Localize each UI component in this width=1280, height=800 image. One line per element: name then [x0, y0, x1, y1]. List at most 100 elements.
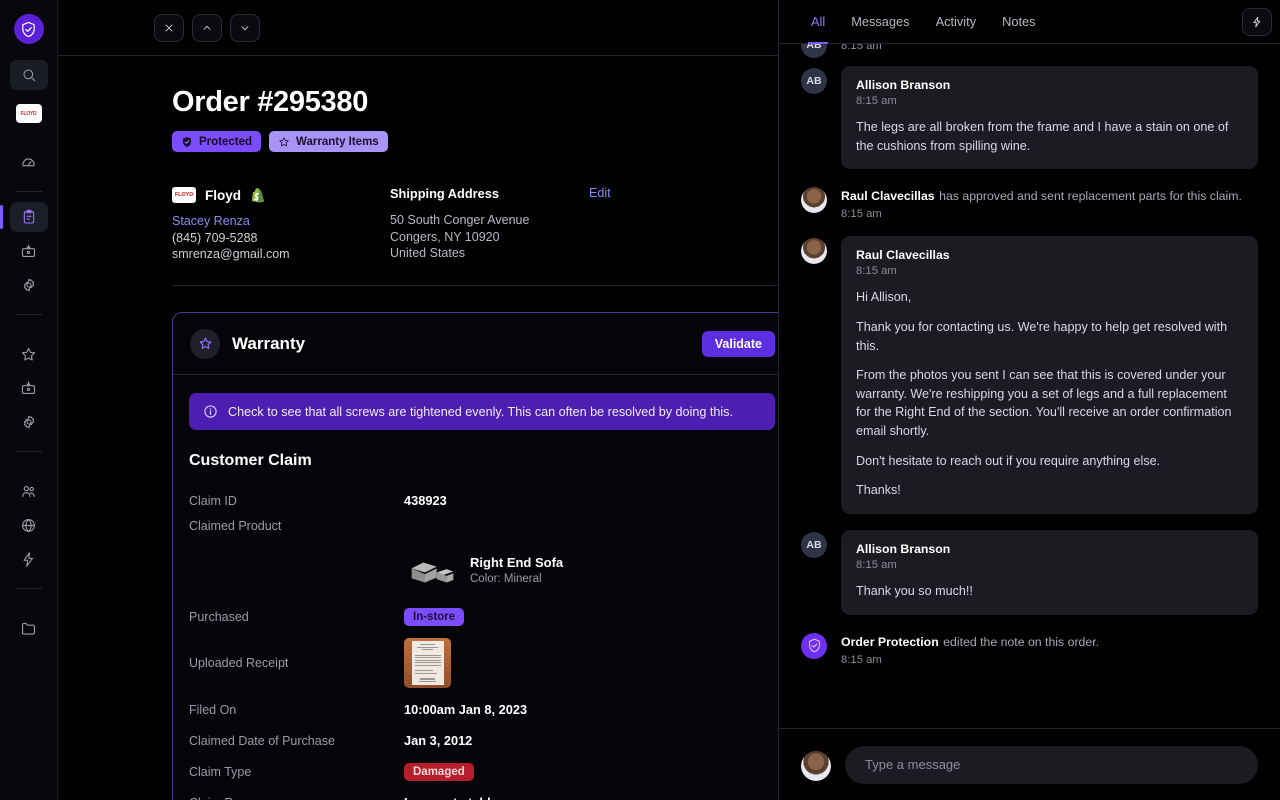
message-paragraph: From the photos you sent I can see that …: [856, 368, 1232, 438]
message-input[interactable]: [845, 745, 1258, 784]
sidebar-item-dashboard[interactable]: [10, 147, 48, 177]
warranty-card-header: Warranty Validate: [173, 313, 778, 375]
customer-info: FLOYD Floyd Stacey Renza (845) 709-5288: [172, 186, 390, 263]
message-item: AB Allison Branson 8:15 am Thank you so …: [801, 529, 1258, 615]
avatar: AB: [801, 44, 827, 58]
avatar: AB: [801, 68, 827, 94]
star-icon: [21, 347, 36, 361]
customer-name-link[interactable]: Stacey Renza: [172, 214, 390, 228]
tab-all[interactable]: All: [807, 0, 829, 44]
message-paragraph: Thanks!: [856, 483, 901, 498]
info-banner: Check to see that all screws are tighten…: [189, 393, 775, 430]
message-body: Thank you so much!!: [856, 583, 973, 598]
archive-download-icon: [21, 244, 36, 257]
message-bubble: Raul Clavecillas 8:15 am Hi Allison, Tha…: [841, 236, 1258, 514]
status-badge-warranty[interactable]: Warranty Items: [269, 131, 388, 152]
order-info-row: FLOYD Floyd Stacey Renza (845) 709-5288: [172, 186, 778, 286]
status-badge-warranty-label: Warranty Items: [296, 135, 379, 148]
sidebar-item-orders[interactable]: [0, 202, 48, 232]
sidebar-item-globe[interactable]: [10, 510, 48, 540]
app-logo[interactable]: [13, 14, 44, 44]
close-button[interactable]: [154, 13, 184, 42]
edit-shipping-link[interactable]: Edit: [589, 186, 611, 200]
next-order-button[interactable]: [230, 13, 260, 42]
quick-action-button[interactable]: [1242, 7, 1272, 36]
claim-heading: Customer Claim: [189, 452, 312, 469]
sidebar-item-settings[interactable]: [10, 270, 48, 300]
activity-author: Raul Clavecillas: [841, 189, 935, 204]
close-icon: [165, 24, 173, 31]
purchased-label: Purchased: [189, 609, 249, 624]
activity-item: Raul Clavecillas has approved and sent r…: [801, 185, 1258, 220]
message-time: 8:15 am: [856, 265, 897, 278]
claimed-date-label: Claimed Date of Purchase: [189, 733, 335, 748]
sidebar-item-files[interactable]: [10, 613, 48, 643]
claimed-date-value: Jan 3, 2012: [404, 733, 473, 748]
lightning-icon: [23, 551, 34, 567]
sidebar-item-automations[interactable]: [10, 544, 48, 574]
purchased-badge: In-store: [404, 607, 465, 626]
shipping-address: 50 South Conger Avenue Congers, NY 10920…: [390, 212, 611, 262]
warranty-card: Warranty Validate Check to see that all …: [172, 312, 778, 800]
filed-on-label: Filed On: [189, 702, 237, 717]
product-thumbnail: [404, 550, 456, 590]
field-claim-id: Claim ID 438923: [189, 488, 775, 513]
address-line-3: United States: [390, 246, 466, 260]
message-paragraph: Thank you for contacting us. We're happy…: [856, 319, 1228, 353]
receipt-label: Uploaded Receipt: [189, 656, 289, 670]
field-receipt: Uploaded Receipt: [189, 635, 775, 691]
sidebar-item-team[interactable]: [10, 476, 48, 506]
sidebar-item-search[interactable]: [9, 60, 48, 90]
previous-order-button[interactable]: [192, 13, 222, 42]
clipped-message-time: 8:15 am: [841, 44, 882, 52]
field-claim-reason: Claim Reason Legs not stable: [189, 790, 775, 800]
app-root: FLOYD Order #295380 Protected Warranty I…: [0, 0, 1280, 800]
product-name: Right End Sofa: [470, 555, 564, 570]
activity-item: Order Protection edited the note on this…: [801, 631, 1258, 666]
claim-reason-value: Legs not stable: [404, 795, 498, 800]
sidebar-item-favorites[interactable]: [10, 339, 48, 369]
gear-icon: [23, 415, 34, 429]
sidebar-item-archive[interactable]: [10, 236, 48, 266]
message-thread[interactable]: AB 8:15 am AB Allison Branson 8:15 am Th…: [779, 44, 1280, 728]
address-line-1: 50 South Conger Avenue: [390, 213, 530, 227]
tab-messages[interactable]: Messages: [851, 0, 909, 44]
info-icon: [204, 405, 217, 418]
sidebar-brand-logo[interactable]: FLOYD: [15, 104, 42, 123]
top-toolbar: [58, 0, 778, 56]
shipping-info: Shipping Address Edit 50 South Conger Av…: [390, 186, 611, 263]
status-badge-protected[interactable]: Protected: [172, 131, 262, 152]
activity-description: edited the note on this order.: [943, 634, 1100, 649]
message-composer: [779, 728, 1280, 800]
sidebar-divider-3: [15, 451, 42, 452]
shopify-icon: [250, 186, 267, 204]
activity-author: Order Protection: [841, 634, 939, 649]
message-paragraph: Don't hesitate to reach out if you requi…: [856, 453, 1161, 468]
claim-id-value: 438923: [404, 493, 447, 508]
validate-button[interactable]: Validate: [701, 330, 775, 357]
product-info: Right End Sofa Color: Mineral: [470, 555, 563, 585]
avatar: AB: [801, 531, 827, 558]
field-claim-type: Claim Type Damaged: [189, 759, 775, 784]
message-bubble: Allison Branson 8:15 am Thank you so muc…: [841, 529, 1258, 615]
sidebar-item-settings-2[interactable]: [10, 407, 48, 437]
activity-panel: All Messages Activity Notes AB 8:15 am A…: [778, 0, 1280, 800]
current-user-avatar: [801, 750, 831, 781]
activity-time: 8:15 am: [841, 208, 882, 221]
tab-notes[interactable]: Notes: [1002, 0, 1035, 44]
message-time: 8:15 am: [856, 95, 897, 107]
sidebar-item-archive-2[interactable]: [10, 373, 48, 403]
shield-check-icon: [808, 638, 820, 653]
receipt-thumbnail[interactable]: [404, 638, 451, 688]
tab-activity[interactable]: Activity: [936, 0, 977, 44]
message-author: Allison Branson: [856, 78, 951, 92]
brand-logo: FLOYD: [172, 187, 196, 203]
warranty-star-badge: [190, 328, 220, 359]
claim-type-label: Claim Type: [189, 764, 252, 779]
field-filed-on: Filed On 10:00am Jan 8, 2023: [189, 697, 775, 722]
product-card[interactable]: Right End Sofa Color: Mineral: [404, 550, 563, 590]
order-badges: Protected Warranty Items: [172, 131, 778, 152]
brand-line: FLOYD Floyd: [172, 186, 390, 204]
archive-download-icon: [21, 381, 36, 394]
clipped-message: AB 8:15 am: [801, 44, 1258, 58]
